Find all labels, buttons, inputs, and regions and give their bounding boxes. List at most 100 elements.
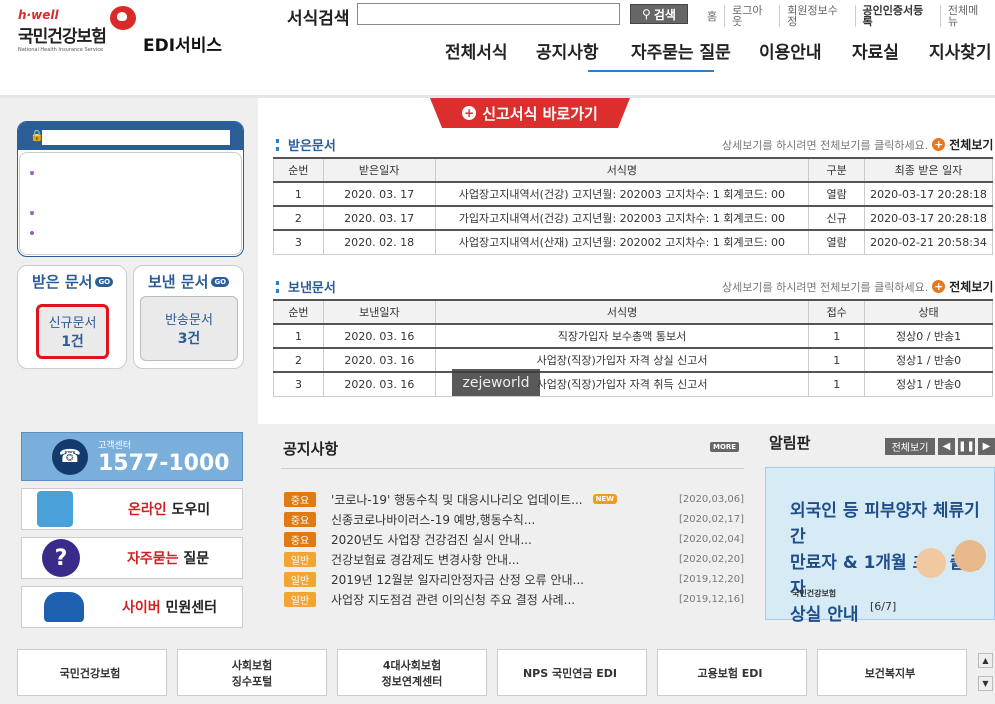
footer-logo-mohw[interactable]: 보건복지부 xyxy=(817,649,967,696)
notice-divider xyxy=(281,468,744,469)
plus-icon: + xyxy=(932,138,946,151)
table-header-row: 순번 보낸일자 서식명 접수 상태 xyxy=(273,299,993,325)
section-mark-icon xyxy=(276,138,282,151)
table-header-row: 순번 받은일자 서식명 구분 최종 받은 일자 xyxy=(273,157,993,183)
service-name: EDI서비스 xyxy=(143,36,222,56)
received-hint: 상세보기를 하시려면 전체보기를 클릭하세요. + 전체보기 xyxy=(722,136,994,153)
util-all-menu[interactable]: 전체메뉴 xyxy=(939,5,995,27)
table-row[interactable]: 2 2020. 03. 17 가입자고지내역서(건강) 고지년월: 202003 고… xyxy=(273,205,993,231)
footer-logos: 국민건강보험 사회보험 징수포털 4대사회보험 정보연계센터 NPS 국민연금 ED… xyxy=(17,649,967,696)
sent-docs-box: 보낸 문서 GO 반송문서 3건 xyxy=(133,265,244,369)
list-item[interactable]: 일반 2019년 12월분 일자리안정자금 산정 오류 안내... [2019,… xyxy=(284,569,744,589)
nav-active-underline xyxy=(588,70,714,72)
util-cert-register[interactable]: 공인인증서등록 xyxy=(854,5,940,27)
notice-more-button[interactable]: MORE xyxy=(710,442,740,452)
received-docs-box: 받은 문서 GO 신규문서 1건 xyxy=(17,265,127,369)
received-view-all[interactable]: 전체보기 xyxy=(949,136,993,153)
nav-notice[interactable]: 공지사항 xyxy=(536,38,599,63)
list-item[interactable]: 중요 '코로나-19' 행동수칙 및 대응시나리오 업데이트... NEW [2… xyxy=(284,489,744,509)
util-links: 홈 로그아웃 회원정보수정 공인인증서등록 전체메뉴 xyxy=(700,5,995,27)
notice-tag: 중요 xyxy=(284,511,316,527)
list-item[interactable]: 일반 사업장 지도점검 관련 이의신청 주요 결정 사례... [2019,12… xyxy=(284,589,744,609)
search-label: 서식검색 xyxy=(287,9,350,29)
logo-text: 국민건강보험 xyxy=(18,27,107,47)
new-badge: NEW xyxy=(592,494,617,504)
list-item[interactable]: 일반 건강보험료 경감제도 변경사항 안내... [2020,02,20] xyxy=(284,549,744,569)
nav-guide[interactable]: 이용안내 xyxy=(759,38,822,63)
footer-logo-nhis[interactable]: 국민건강보험 xyxy=(17,649,167,696)
cyber-center-button[interactable]: 사이버 민원센터 xyxy=(21,586,243,628)
person-illustration-icon xyxy=(954,540,986,572)
helper-person-icon xyxy=(37,491,73,527)
logo-hwell: h·well xyxy=(18,8,59,22)
new-docs-count: 1건 xyxy=(61,334,84,350)
customer-center-label: 고객센터 xyxy=(98,440,132,451)
table-row[interactable]: 3 2020. 02. 18 사업장고지내역서(산재) 고지년월: 202002 고… xyxy=(273,229,993,255)
online-helper-button[interactable]: 온라인 도우미 xyxy=(21,488,243,530)
sent-docs-title[interactable]: 보낸 문서 GO xyxy=(148,271,230,292)
footer-logo-collection-portal[interactable]: 사회보험 징수포털 xyxy=(177,649,327,696)
table-row[interactable]: 2 2020. 03. 16 사업장(직장)가입자 자격 상실 신고서 1 정상1 / … xyxy=(273,347,993,373)
footer-logo-nps[interactable]: NPS 국민연금 EDI xyxy=(497,649,647,696)
notice-list: 중요 '코로나-19' 행동수칙 및 대응시나리오 업데이트... NEW [2… xyxy=(284,489,744,609)
customer-center-number: 1577-1000 xyxy=(98,450,230,476)
nav-faq[interactable]: 자주묻는 질문 xyxy=(631,38,731,63)
received-table: 순번 받은일자 서식명 구분 최종 받은 일자 1 2020. 03. 17 사업장고지내역… xyxy=(273,157,993,255)
plus-icon: + xyxy=(932,280,946,293)
list-item[interactable]: 중요 2020년도 사업장 건강검진 실시 안내... [2020,02,04] xyxy=(284,529,744,549)
bullet-1 xyxy=(30,171,34,175)
notice-tag: 일반 xyxy=(284,591,316,607)
alarm-banner[interactable]: 외국인 등 피부양자 체류기간 만료자 & 1개월 초과 출국자 상실 안내 국… xyxy=(765,467,995,625)
phone-icon: ☎ xyxy=(52,438,88,475)
sent-hint: 상세보기를 하시려면 전체보기를 클릭하세요. + 전체보기 xyxy=(722,278,994,295)
alarm-view-all-button[interactable]: 전체보기 xyxy=(885,438,935,455)
nav-resources[interactable]: 자료실 xyxy=(852,38,899,63)
search-input[interactable] xyxy=(357,3,620,25)
sent-section-title: 보낸문서 xyxy=(276,277,336,296)
scroll-down-icon[interactable]: ▼ xyxy=(978,676,993,691)
banner-page-indicator: [6/7] xyxy=(870,600,897,613)
alarm-title: 알림판 xyxy=(769,434,811,452)
logo-subtext: National Health Insurance Service xyxy=(18,47,104,53)
sent-view-all[interactable]: 전체보기 xyxy=(949,278,993,295)
prev-icon[interactable]: ◀ xyxy=(938,438,955,455)
question-icon: ? xyxy=(42,539,80,577)
pause-icon[interactable]: ❚❚ xyxy=(958,438,975,455)
util-edit-member[interactable]: 회원정보수정 xyxy=(779,5,854,27)
search-icon: ⚲ xyxy=(642,7,651,21)
next-icon[interactable]: ▶ xyxy=(978,438,995,455)
user-info-box: 🔒 xyxy=(17,121,244,257)
returned-docs-count: 3건 xyxy=(177,331,201,347)
util-home[interactable]: 홈 xyxy=(700,11,724,22)
util-logout[interactable]: 로그아웃 xyxy=(724,5,779,27)
notice-tag: 일반 xyxy=(284,571,316,587)
report-form-shortcut[interactable]: + 신고서식 바로가기 xyxy=(430,98,630,128)
returned-docs-button[interactable]: 반송문서 3건 xyxy=(140,296,238,361)
person-illustration-icon xyxy=(916,548,946,578)
table-row[interactable]: 1 2020. 03. 17 사업장고지내역서(건강) 고지년월: 202003 고… xyxy=(273,181,993,207)
table-row[interactable]: 1 2020. 03. 16 직장가입자 보수총액 통보서 1 정상0 / 반송1 xyxy=(273,323,993,349)
bullet-2 xyxy=(30,211,34,215)
footer-logo-employment[interactable]: 고용보험 EDI xyxy=(657,649,807,696)
footer-logo-4insurance[interactable]: 4대사회보험 정보연계센터 xyxy=(337,649,487,696)
watermark: zejeworld xyxy=(452,369,540,396)
nav-all-forms[interactable]: 전체서식 xyxy=(445,38,508,63)
faq-button[interactable]: ? 자주묻는 질문 xyxy=(21,537,243,579)
table-row[interactable]: 3 2020. 03. 16 사업장(직장)가입자 자격 취득 신고서 1 정상1 / … xyxy=(273,371,993,397)
search-button[interactable]: ⚲ 검색 xyxy=(630,4,688,24)
notice-tag: 중요 xyxy=(284,491,316,507)
received-docs-title[interactable]: 받은 문서 GO xyxy=(32,271,114,292)
list-item[interactable]: 중요 신종코로나바이러스-19 예방,행동수칙... [2020,02,17] xyxy=(284,509,744,529)
go-badge: GO xyxy=(211,276,230,287)
go-badge: GO xyxy=(95,276,114,287)
customer-center-box[interactable]: ☎ 고객센터 1577-1000 xyxy=(21,432,243,481)
nhis-logo[interactable]: h·well 국민건강보험 National Health Insurance … xyxy=(18,8,107,53)
user-name-field xyxy=(42,130,230,145)
people-icon xyxy=(44,592,84,622)
nav-branch[interactable]: 지사찾기 xyxy=(929,38,992,63)
banner-logo: 국민건강보험 xyxy=(792,589,837,598)
scroll-up-icon[interactable]: ▲ xyxy=(978,653,993,668)
new-docs-button[interactable]: 신규문서 1건 xyxy=(36,304,109,359)
plus-icon: + xyxy=(462,106,477,120)
section-mark-icon xyxy=(276,280,282,293)
